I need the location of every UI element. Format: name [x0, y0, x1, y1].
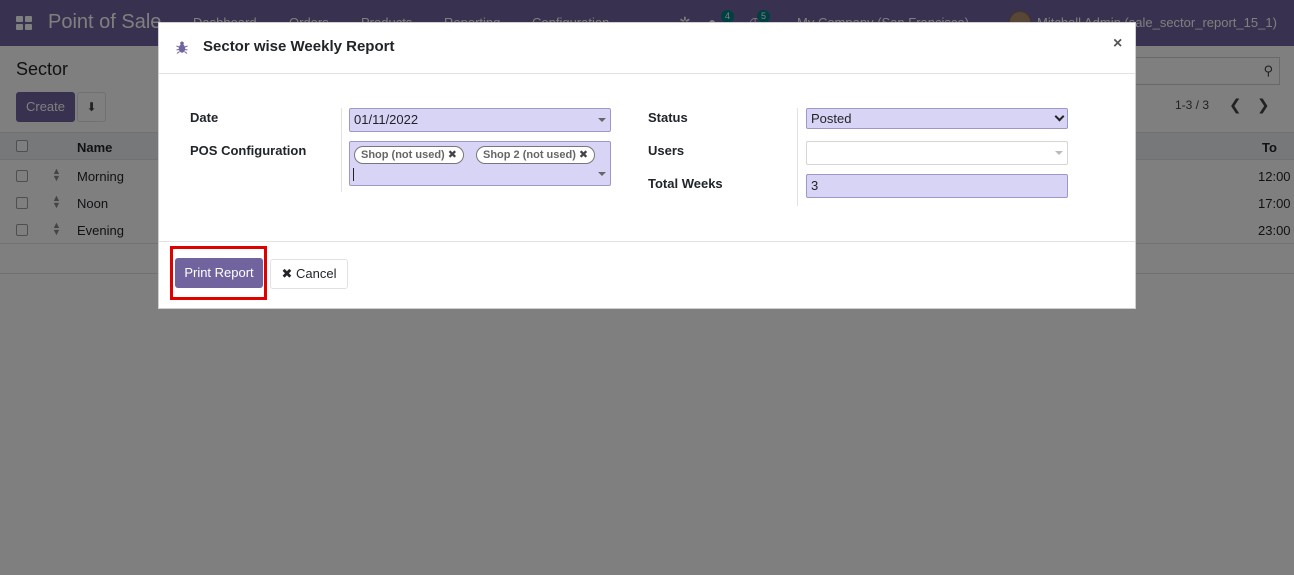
- status-label: Status: [648, 110, 688, 125]
- chevron-down-icon[interactable]: [1055, 151, 1063, 155]
- pos-configuration-field[interactable]: Shop (not used) ✖ Shop 2 (not used) ✖: [349, 141, 611, 186]
- chevron-down-icon[interactable]: [598, 172, 606, 176]
- cancel-label: Cancel: [296, 266, 337, 281]
- date-label: Date: [190, 110, 219, 125]
- pos-configuration-label: POS Configuration: [190, 143, 307, 158]
- date-value: 01/11/2022: [354, 112, 419, 127]
- tag-label: Shop 2 (not used): [483, 149, 576, 161]
- dialog-title: Sector wise Weekly Report: [203, 38, 395, 55]
- bug-icon: [176, 41, 188, 54]
- text-cursor: [353, 168, 354, 181]
- close-icon: ✖: [281, 266, 293, 281]
- close-icon[interactable]: ×: [1113, 35, 1122, 53]
- remove-tag-icon[interactable]: ✖: [579, 149, 588, 161]
- tag-label: Shop (not used): [361, 149, 445, 161]
- report-dialog: Sector wise Weekly Report × Date POS Con…: [158, 22, 1136, 309]
- total-weeks-value: 3: [811, 178, 819, 193]
- chevron-down-icon[interactable]: [598, 118, 606, 122]
- status-value: Posted: [811, 111, 852, 126]
- remove-tag-icon[interactable]: ✖: [448, 149, 457, 161]
- status-select[interactable]: Posted: [806, 108, 1068, 129]
- highlight-box: [170, 246, 267, 300]
- tag-shop-2-not-used: Shop 2 (not used) ✖: [476, 146, 596, 164]
- tag-shop-not-used: Shop (not used) ✖: [354, 146, 464, 164]
- cancel-button[interactable]: ✖ Cancel: [270, 259, 348, 289]
- field-separator: [341, 108, 342, 192]
- dialog-footer: Print Report ✖ Cancel: [159, 241, 1135, 308]
- field-separator: [797, 108, 798, 206]
- date-field[interactable]: 01/11/2022: [349, 108, 611, 132]
- total-weeks-label: Total Weeks: [648, 176, 723, 191]
- chevron-down-icon[interactable]: [1054, 111, 1065, 122]
- total-weeks-input[interactable]: 3: [806, 174, 1068, 198]
- dialog-header: Sector wise Weekly Report ×: [159, 23, 1135, 74]
- users-field[interactable]: [806, 141, 1068, 165]
- users-label: Users: [648, 143, 685, 158]
